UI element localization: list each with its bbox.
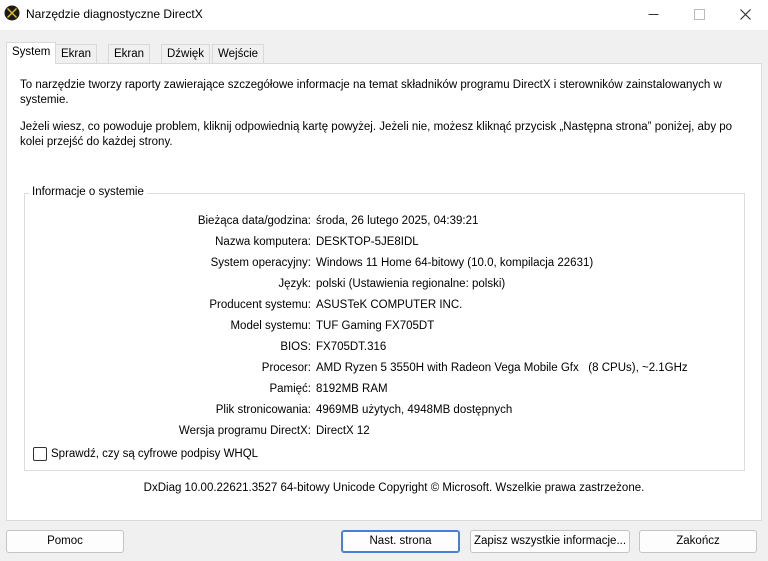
tab-wejscie[interactable]: Wejście bbox=[212, 44, 265, 63]
directx-x-icon bbox=[4, 5, 20, 21]
whql-checkbox[interactable]: Sprawdź, czy są cyfrowe podpisy WHQL bbox=[33, 446, 258, 462]
info-label: Bieżąca data/godzina: bbox=[197, 215, 311, 227]
intro-paragraph-2: Jeżeli wiesz, co powoduje problem, klikn… bbox=[20, 121, 733, 148]
info-label: Model systemu: bbox=[230, 320, 311, 332]
info-value: DESKTOP-5JE8IDL bbox=[316, 236, 419, 248]
info-value: ASUSTeK COMPUTER INC. bbox=[316, 299, 463, 311]
info-label: Wersja programu DirectX: bbox=[178, 425, 311, 437]
exit-button[interactable]: Zakończ bbox=[639, 530, 757, 553]
window-title: Narzędzie diagnostyczne DirectX bbox=[26, 7, 203, 21]
copyright-footer: DxDiag 10.00.22621.3527 64-bitowy Unicod… bbox=[143, 482, 645, 494]
minimize-button[interactable] bbox=[630, 0, 676, 28]
info-label: Język: bbox=[278, 278, 311, 290]
system-tab-panel: To narzędzie tworzy raporty zawierające … bbox=[6, 63, 762, 521]
tab-label: System bbox=[12, 46, 51, 58]
tab-system[interactable]: System bbox=[6, 42, 57, 64]
tab-label: Dźwięk bbox=[167, 48, 205, 60]
info-label: BIOS: bbox=[280, 341, 311, 353]
tab-ekran-2[interactable]: Ekran 2 bbox=[108, 44, 151, 78]
info-value: FX705DT.316 bbox=[316, 341, 387, 353]
next-page-button[interactable]: Nast. strona bbox=[341, 530, 460, 553]
info-value: 4969MB użytych, 4948MB dostępnych bbox=[316, 404, 513, 416]
close-button[interactable] bbox=[722, 0, 768, 28]
info-value: środa, 26 lutego 2025, 04:39:21 bbox=[316, 215, 479, 227]
help-button[interactable]: Pomoc bbox=[6, 530, 124, 553]
save-all-information-button[interactable]: Zapisz wszystkie informacje... bbox=[470, 530, 630, 553]
tab-dzwiek[interactable]: Dźwięk bbox=[161, 44, 211, 63]
tab-label: Wejście bbox=[218, 48, 259, 60]
minimize-icon bbox=[648, 13, 658, 15]
maximize-icon bbox=[693, 8, 705, 20]
info-value: AMD Ryzen 5 3550H with Radeon Vega Mobil… bbox=[316, 362, 688, 374]
close-icon bbox=[739, 8, 751, 20]
title-bar: Narzędzie diagnostyczne DirectX bbox=[0, 0, 768, 30]
info-label: System operacyjny: bbox=[210, 257, 311, 269]
info-value: polski (Ustawienia regionalne: polski) bbox=[316, 278, 506, 290]
tab-ekran-1[interactable]: Ekran 1 bbox=[55, 44, 98, 78]
info-label: Pamięć: bbox=[269, 383, 311, 395]
info-label: Procesor: bbox=[261, 362, 311, 374]
system-info-group-title: Informacje o systemie bbox=[29, 186, 147, 198]
checkbox-box[interactable] bbox=[33, 447, 47, 461]
info-value: 8192MB RAM bbox=[316, 383, 388, 395]
whql-checkbox-label: Sprawdź, czy są cyfrowe podpisy WHQL bbox=[51, 448, 259, 460]
info-value: Windows 11 Home 64-bitowy (10.0, kompila… bbox=[316, 257, 594, 269]
intro-paragraph-1: To narzędzie tworzy raporty zawierające … bbox=[20, 79, 722, 106]
info-label: Nazwa komputera: bbox=[215, 236, 311, 248]
info-value: DirectX 12 bbox=[316, 425, 370, 437]
info-value: TUF Gaming FX705DT bbox=[316, 320, 435, 332]
info-label: Producent systemu: bbox=[209, 299, 311, 311]
maximize-button[interactable] bbox=[676, 0, 722, 28]
info-label: Plik stronicowania: bbox=[215, 404, 311, 416]
system-info-group: Bieżąca data/godzina: środa, 26 lutego 2… bbox=[24, 193, 745, 471]
